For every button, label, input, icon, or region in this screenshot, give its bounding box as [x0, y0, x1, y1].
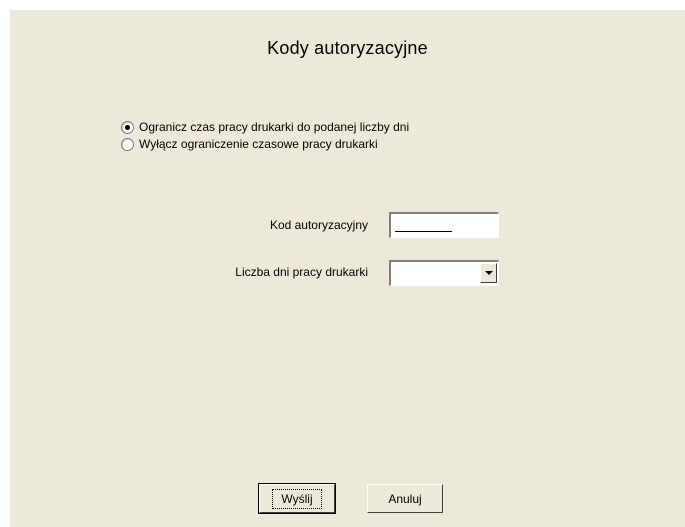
- auth-code-input[interactable]: [389, 212, 499, 238]
- option-disable-limit[interactable]: Wyłącz ograniczenie czasowe pracy drukar…: [121, 136, 378, 152]
- option-disable-limit-label: Wyłącz ograniczenie czasowe pracy drukar…: [139, 137, 378, 151]
- auth-code-underline: [395, 231, 452, 232]
- dialog-title: Kody autoryzacyjne: [267, 38, 428, 58]
- radio-disable-limit[interactable]: [121, 137, 134, 151]
- cancel-button[interactable]: Anuluj: [367, 484, 443, 513]
- days-select-dropdown-button[interactable]: [480, 263, 497, 283]
- dialog-panel: Kody autoryzacyjne Ogranicz czas pracy d…: [10, 10, 685, 527]
- auth-code-label: Kod autoryzacyjny: [269, 218, 368, 232]
- option-limit-days-label: Ogranicz czas pracy drukarki do podanej …: [139, 120, 410, 134]
- submit-button-label: Wyślij: [272, 488, 322, 509]
- days-label: Liczba dni pracy drukarki: [235, 265, 368, 279]
- cancel-button-label: Anuluj: [388, 491, 422, 506]
- radio-limit-days[interactable]: [121, 120, 134, 134]
- submit-button[interactable]: Wyślij: [258, 483, 336, 514]
- chevron-down-icon: [484, 271, 493, 275]
- option-limit-days[interactable]: Ogranicz czas pracy drukarki do podanej …: [121, 119, 409, 135]
- days-select[interactable]: [389, 260, 499, 286]
